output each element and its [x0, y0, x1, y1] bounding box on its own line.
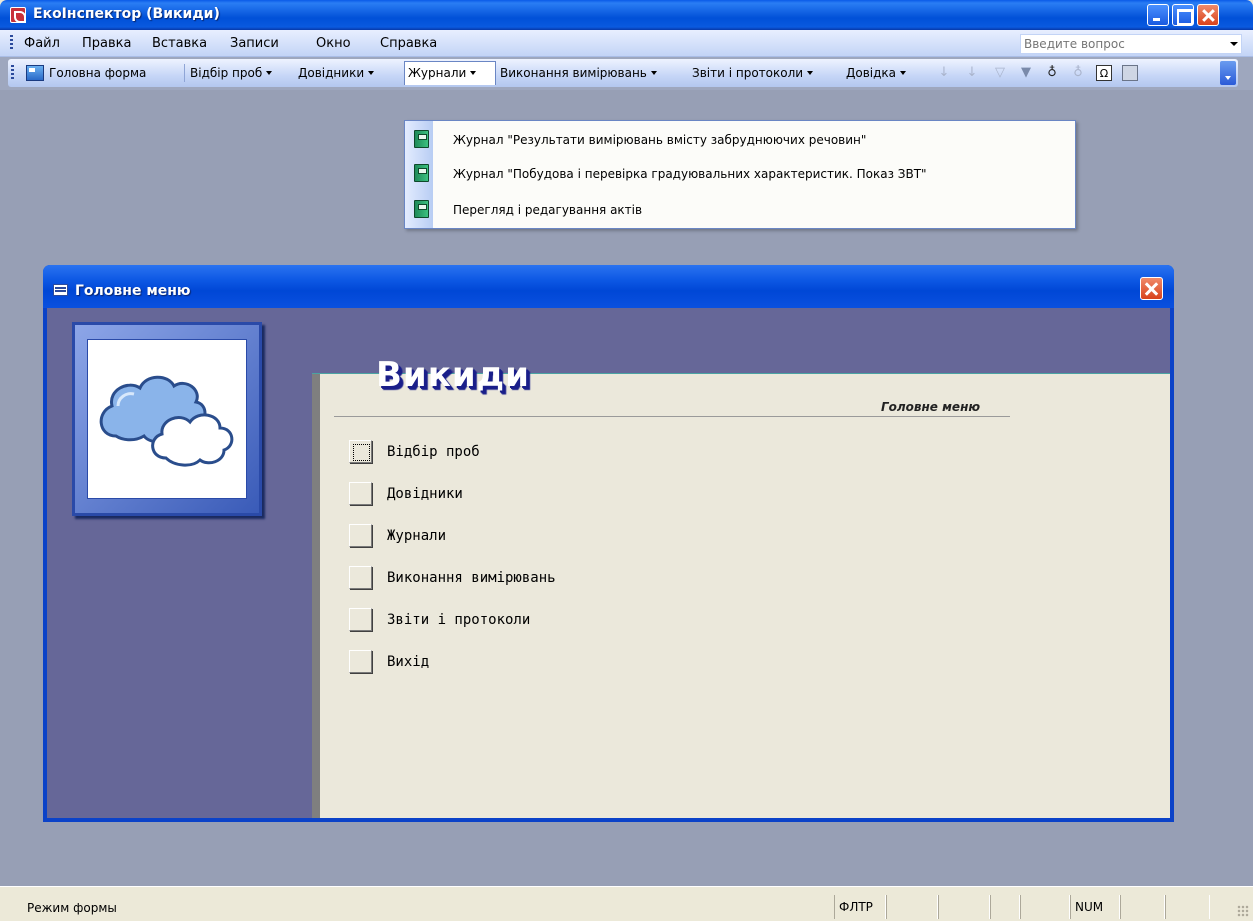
form-report-icon	[414, 130, 429, 148]
toolbar-journals-label: Журнали	[408, 66, 467, 80]
form-report-icon	[414, 200, 429, 218]
switchboard-body: Викиди Головне меню Відбір проб Довідник…	[47, 308, 1170, 818]
chevron-down-icon	[900, 71, 907, 75]
minimize-button[interactable]	[1147, 4, 1169, 26]
toolbar-grip-icon[interactable]	[11, 65, 14, 81]
journals-dropdown-menu: Журнал "Результати вимірювань вмісту заб…	[404, 120, 1076, 229]
picture-frame	[72, 322, 262, 516]
sort-descending-icon[interactable]: ↓	[964, 65, 980, 81]
apply-filter-icon[interactable]: ▼	[1018, 65, 1034, 81]
toolbar-help[interactable]: Довідка	[846, 66, 907, 80]
switchboard-button-sampling[interactable]	[349, 440, 372, 463]
main-form-icon[interactable]	[26, 65, 44, 81]
status-bar: Режим формы ФЛТР NUM	[0, 886, 1253, 921]
dropdown-item-label: Журнал "Побудова і перевірка градуювальн…	[453, 167, 927, 181]
calculator-icon[interactable]	[1122, 65, 1138, 81]
divider	[334, 416, 1010, 417]
switchboard-button-measurements[interactable]	[349, 566, 372, 589]
toolbar-references-label: Довідники	[298, 66, 365, 80]
switchboard-label-sampling[interactable]: Відбір проб	[387, 444, 480, 460]
form-icon[interactable]	[53, 284, 68, 296]
dropdown-item-view-edit-acts[interactable]: Перегляд і редагування актів	[405, 195, 1075, 225]
switchboard-heading: Викиди	[376, 355, 530, 395]
status-cell	[938, 895, 990, 919]
toolbar-reports[interactable]: Звіти і протоколи	[692, 66, 814, 80]
chevron-down-icon	[368, 71, 375, 75]
toolbar-reports-label: Звіти і протоколи	[692, 66, 804, 80]
sort-ascending-icon[interactable]: ↓	[936, 65, 952, 81]
toolbar-help-label: Довідка	[846, 66, 897, 80]
switchboard-label-journals[interactable]: Журнали	[387, 528, 446, 544]
switchboard-button-exit[interactable]	[349, 650, 372, 673]
toolbar-measurements[interactable]: Виконання вимірювань	[500, 66, 657, 80]
switchboard-button-journals[interactable]	[349, 524, 372, 547]
divider	[312, 374, 320, 818]
switchboard-label-exit[interactable]: Вихід	[387, 654, 429, 670]
toolbar-measurements-label: Виконання вимірювань	[500, 66, 647, 80]
status-cell	[1020, 895, 1070, 919]
dropdown-item-calibration-journal[interactable]: Журнал "Побудова і перевірка градуювальн…	[405, 159, 1075, 189]
cloud-image	[87, 339, 247, 499]
toolbar-journals[interactable]: Журнали	[408, 66, 477, 80]
form-title: Головне меню	[75, 283, 191, 299]
resize-grip-icon[interactable]	[1237, 905, 1249, 917]
form-report-icon	[414, 164, 429, 182]
toolbar-references[interactable]: Довідники	[298, 66, 375, 80]
status-cell	[1120, 895, 1165, 919]
status-cell	[1165, 895, 1210, 919]
switchboard-label-measurements[interactable]: Виконання вимірювань	[387, 570, 556, 586]
dropdown-item-label: Журнал "Результати вимірювань вмісту заб…	[453, 133, 867, 147]
status-num-indicator: NUM	[1070, 895, 1120, 919]
custom-toolbar: Головна форма Відбір проб Довідники Журн…	[0, 57, 1253, 90]
ask-question-box[interactable]	[1020, 34, 1242, 54]
toolbar-options-icon[interactable]	[1220, 61, 1236, 85]
switchboard-button-reports[interactable]	[349, 608, 372, 631]
find-icon[interactable]: ♁	[1044, 65, 1060, 81]
toolbar-main-form[interactable]: Головна форма	[49, 66, 146, 80]
status-mode: Режим формы	[27, 901, 117, 915]
dropdown-item-label: Перегляд і редагування актів	[453, 203, 643, 217]
menu-help[interactable]: Справка	[380, 36, 437, 51]
status-cell	[990, 895, 1020, 919]
chevron-down-icon	[807, 71, 814, 75]
app-titlebar[interactable]: ЕкоІнспектор (Викиди)	[0, 0, 1253, 30]
toolbar-sampling-label: Відбір проб	[190, 66, 263, 80]
switchboard-label-reports[interactable]: Звіти і протоколи	[387, 612, 530, 628]
ask-question-input[interactable]	[1021, 35, 1221, 53]
menu-insert[interactable]: Вставка	[152, 36, 207, 51]
chevron-down-icon	[650, 71, 657, 75]
status-filter-indicator: ФЛТР	[834, 895, 886, 919]
menubar-grip-icon[interactable]	[10, 35, 13, 51]
replace-icon[interactable]: ♁	[1070, 65, 1086, 81]
app-title: ЕкоІнспектор (Викиди)	[33, 6, 220, 22]
menu-file[interactable]: Файл	[24, 36, 60, 51]
chevron-down-icon[interactable]	[1230, 42, 1238, 46]
toolbar-separator	[184, 64, 185, 82]
form-titlebar[interactable]: Головне меню	[43, 265, 1174, 308]
switchboard-button-references[interactable]	[349, 482, 372, 505]
chevron-down-icon	[266, 71, 273, 75]
status-cell	[886, 895, 938, 919]
symbol-icon[interactable]: Ω	[1096, 65, 1112, 81]
toolbar-sampling[interactable]: Відбір проб	[190, 66, 273, 80]
dropdown-item-measurement-results-journal[interactable]: Журнал "Результати вимірювань вмісту заб…	[405, 125, 1075, 155]
menu-bar: Файл Правка Вставка Записи Окно Справка	[0, 30, 1253, 57]
toolbar-strip: Головна форма Відбір проб Довідники Журн…	[8, 59, 1238, 87]
close-button[interactable]	[1197, 4, 1219, 26]
switchboard-label-references[interactable]: Довідники	[387, 486, 463, 502]
filter-by-selection-icon[interactable]: ▽	[992, 65, 1008, 81]
chevron-down-icon	[470, 71, 477, 75]
access-app-icon[interactable]	[10, 7, 26, 23]
cloud-icon	[99, 375, 234, 467]
maximize-button[interactable]	[1172, 4, 1194, 26]
menu-window[interactable]: Окно	[316, 36, 351, 51]
form-close-button[interactable]	[1140, 277, 1163, 300]
menu-records[interactable]: Записи	[230, 36, 279, 51]
switchboard-subheading: Головне меню	[881, 400, 981, 414]
menu-edit[interactable]: Правка	[82, 36, 131, 51]
main-menu-window: Головне меню Викиди Головне меню Відбір …	[43, 265, 1174, 822]
